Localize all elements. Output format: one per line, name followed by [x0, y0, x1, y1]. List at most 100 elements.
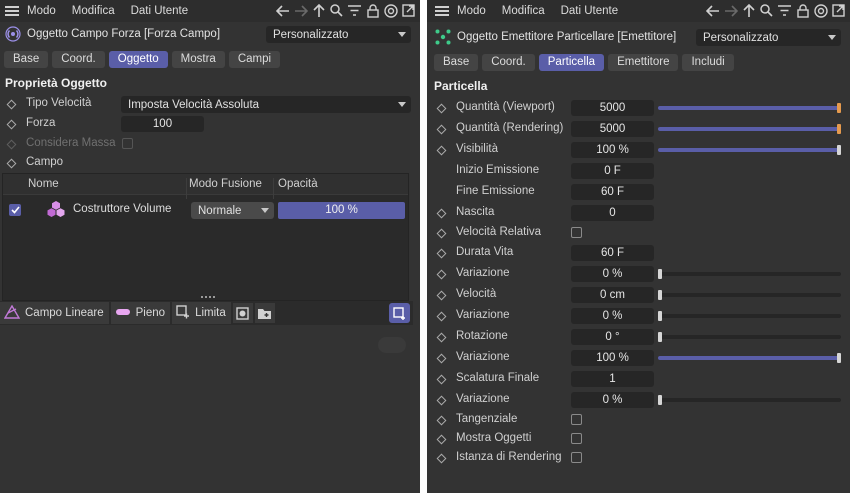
- new-window-icon[interactable]: [831, 2, 846, 19]
- menu-edit[interactable]: Modifica: [502, 5, 545, 17]
- up-arrow-icon[interactable]: [741, 2, 756, 19]
- param-slider[interactable]: [658, 353, 841, 363]
- param-value-field[interactable]: 60 F: [571, 245, 654, 261]
- scroll-handle[interactable]: [378, 337, 406, 353]
- hamburger-menu-icon[interactable]: [5, 6, 19, 16]
- menu-user-data[interactable]: Dati Utente: [131, 5, 189, 17]
- clamp-button[interactable]: Limita: [172, 302, 231, 324]
- keyframe-diamond-icon[interactable]: [436, 311, 447, 322]
- keyframe-diamond-icon[interactable]: [436, 453, 447, 464]
- keyframe-diamond-icon[interactable]: [436, 434, 447, 445]
- filter-icon[interactable]: [777, 2, 792, 19]
- menu-user-data[interactable]: Dati Utente: [561, 5, 619, 17]
- field-layer-select-button[interactable]: [389, 303, 410, 323]
- param-slider[interactable]: [658, 290, 841, 300]
- tab-coord[interactable]: Coord.: [482, 53, 535, 71]
- keyframe-diamond-icon[interactable]: [6, 158, 17, 169]
- slider-handle[interactable]: [658, 332, 662, 342]
- record-button[interactable]: [232, 303, 253, 323]
- velocity-type-dropdown[interactable]: Imposta Velocità Assoluta: [121, 96, 411, 113]
- menu-edit[interactable]: Modifica: [72, 5, 115, 17]
- add-folder-button[interactable]: [254, 303, 275, 323]
- back-arrow-icon[interactable]: [275, 2, 290, 19]
- preset-dropdown[interactable]: Personalizzato: [266, 26, 411, 43]
- param-value-field[interactable]: 100 %: [571, 142, 654, 158]
- param-checkbox[interactable]: [571, 414, 582, 425]
- preset-dropdown[interactable]: Personalizzato: [696, 29, 841, 46]
- search-icon[interactable]: [759, 2, 774, 19]
- tab-fields[interactable]: Campi: [228, 50, 281, 68]
- keyframe-diamond-icon[interactable]: [436, 248, 447, 259]
- target-icon[interactable]: [383, 2, 398, 19]
- slider-handle[interactable]: [837, 145, 841, 155]
- keyframe-diamond-icon[interactable]: [436, 353, 447, 364]
- param-checkbox[interactable]: [571, 227, 582, 238]
- keyframe-diamond-icon[interactable]: [436, 269, 447, 280]
- keyframe-diamond-icon[interactable]: [436, 103, 447, 114]
- param-value-field[interactable]: 5000: [571, 100, 654, 116]
- forward-arrow-icon[interactable]: [293, 2, 308, 19]
- strength-field[interactable]: 100: [121, 116, 204, 132]
- slider-handle[interactable]: [658, 311, 662, 321]
- keyframe-diamond-icon[interactable]: [436, 228, 447, 239]
- tab-base[interactable]: Base: [434, 53, 479, 71]
- slider-handle[interactable]: [658, 395, 662, 405]
- param-value-field[interactable]: 100 %: [571, 350, 654, 366]
- keyframe-diamond-icon[interactable]: [436, 290, 447, 301]
- solid-button[interactable]: Pieno: [110, 302, 171, 324]
- keyframe-diamond-icon[interactable]: [436, 124, 447, 135]
- keyframe-diamond-icon[interactable]: [436, 374, 447, 385]
- param-value-field[interactable]: 0 %: [571, 308, 654, 324]
- up-arrow-icon[interactable]: [311, 2, 326, 19]
- param-slider[interactable]: [658, 311, 841, 321]
- column-header-name[interactable]: Nome: [28, 178, 59, 190]
- param-checkbox[interactable]: [571, 433, 582, 444]
- param-value-field[interactable]: 1: [571, 371, 654, 387]
- search-icon[interactable]: [329, 2, 344, 19]
- slider-handle[interactable]: [658, 290, 662, 300]
- param-slider[interactable]: [658, 145, 841, 155]
- param-value-field[interactable]: 0 F: [571, 163, 654, 179]
- enabled-checkbox[interactable]: [9, 204, 21, 216]
- slider-handle[interactable]: [837, 124, 841, 134]
- resize-handle[interactable]: [201, 296, 215, 298]
- forward-arrow-icon[interactable]: [723, 2, 738, 19]
- back-arrow-icon[interactable]: [705, 2, 720, 19]
- slider-handle[interactable]: [837, 103, 841, 113]
- opacity-field[interactable]: 100 %: [278, 202, 405, 219]
- column-header-blend[interactable]: Modo Fusione: [189, 178, 262, 190]
- param-checkbox[interactable]: [571, 452, 582, 463]
- consider-mass-checkbox[interactable]: [122, 138, 133, 149]
- keyframe-diamond-icon[interactable]: [436, 208, 447, 219]
- tab-include[interactable]: Includi: [682, 53, 734, 71]
- menu-mode[interactable]: Modo: [27, 5, 56, 17]
- tab-base[interactable]: Base: [4, 50, 49, 68]
- column-header-opacity[interactable]: Opacità: [278, 178, 318, 190]
- keyframe-diamond-icon[interactable]: [436, 145, 447, 156]
- filter-icon[interactable]: [347, 2, 362, 19]
- column-divider[interactable]: [186, 178, 187, 199]
- param-slider[interactable]: [658, 124, 841, 134]
- tab-object[interactable]: Oggetto: [108, 50, 168, 68]
- param-value-field[interactable]: 0 %: [571, 266, 654, 282]
- param-slider[interactable]: [658, 395, 841, 405]
- slider-handle[interactable]: [837, 353, 841, 363]
- blend-mode-dropdown[interactable]: Normale: [191, 202, 274, 219]
- keyframe-diamond-icon[interactable]: [436, 332, 447, 343]
- param-value-field[interactable]: 0 °: [571, 329, 654, 345]
- lock-icon[interactable]: [795, 2, 810, 19]
- keyframe-diamond-icon[interactable]: [6, 99, 17, 110]
- keyframe-diamond-icon[interactable]: [6, 119, 17, 130]
- param-slider[interactable]: [658, 269, 841, 279]
- new-window-icon[interactable]: [401, 2, 416, 19]
- target-icon[interactable]: [813, 2, 828, 19]
- tab-display[interactable]: Mostra: [171, 50, 225, 68]
- param-slider[interactable]: [658, 103, 841, 113]
- keyframe-diamond-icon[interactable]: [436, 395, 447, 406]
- lock-icon[interactable]: [365, 2, 380, 19]
- linear-field-button[interactable]: Campo Lineare: [0, 302, 109, 324]
- tab-coord[interactable]: Coord.: [52, 50, 105, 68]
- param-value-field[interactable]: 0 cm: [571, 287, 654, 303]
- table-row[interactable]: Costruttore Volume Normale 100 %: [3, 199, 408, 221]
- slider-handle[interactable]: [658, 269, 662, 279]
